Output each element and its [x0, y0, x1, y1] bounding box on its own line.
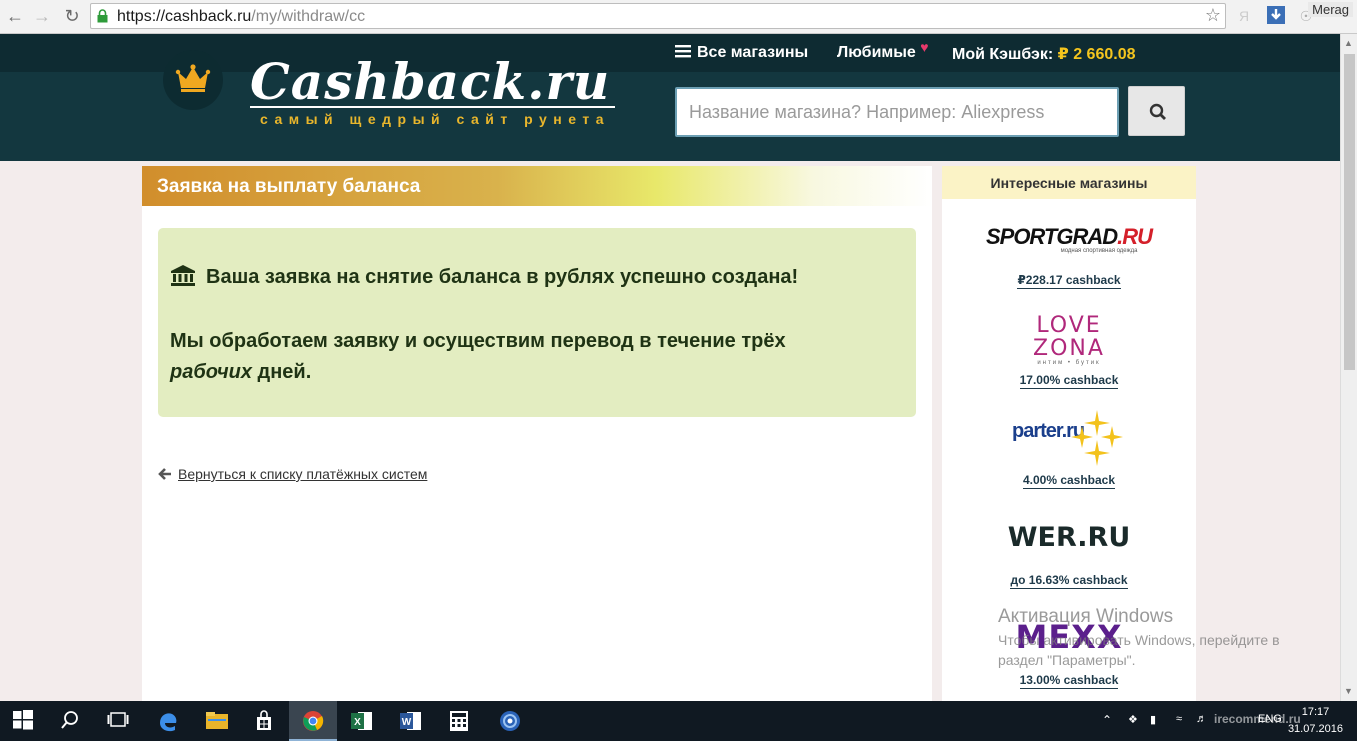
profile-name[interactable]: Merag — [1308, 2, 1353, 17]
browser-toolbar: ← → ↻ https://cashback.ru/my/withdraw/cc… — [0, 0, 1357, 34]
scroll-thumb[interactable] — [1344, 54, 1355, 370]
my-cashback-link[interactable]: Мой Кэшбэк: ₽ 2 660.08 — [952, 44, 1135, 64]
scroll-down-icon[interactable]: ▼ — [1344, 686, 1353, 696]
scroll-up-icon[interactable]: ▲ — [1344, 38, 1353, 48]
success-message: Ваша заявка на снятие баланса в рублях у… — [158, 228, 916, 417]
store-logo-sportgrad[interactable]: SPORTGRAD.RU модная спортивная одежда — [942, 224, 1196, 254]
store-sub: интим • бутик — [1037, 360, 1101, 366]
success-title-row: Ваша заявка на снятие баланса в рублях у… — [170, 264, 798, 289]
excel-icon[interactable]: X — [338, 701, 386, 741]
sidebar-header: Интересные магазины — [942, 166, 1196, 199]
task-view-icon[interactable] — [94, 701, 142, 741]
panel-title-bar: Заявка на выплату баланса — [142, 166, 932, 206]
logo-tagline: самый щедрый сайт рунета — [260, 111, 610, 127]
store-cashback[interactable]: ₽228.17 cashback — [942, 273, 1196, 289]
lock-icon — [97, 9, 108, 23]
bank-icon — [171, 265, 195, 286]
search-icon — [1149, 103, 1166, 120]
success-title: Ваша заявка на снятие баланса в рублях у… — [206, 266, 799, 288]
store-logo-wer[interactable]: WER.RU — [942, 522, 1196, 553]
start-icon[interactable] — [0, 701, 48, 741]
irecommend-watermark: irecommend.ru — [1214, 712, 1301, 726]
cashback-balance: ₽ 2 660.08 — [1057, 46, 1136, 63]
windows-taskbar: X W ⌃ ❖ ▮ ≈ ♬ ENG 17:17 31.07.2016 — [0, 701, 1357, 741]
store-name: LOVE ZONA — [1033, 313, 1105, 361]
back-arrow-icon[interactable]: ← — [4, 5, 26, 27]
dropbox-icon[interactable]: ❖ — [1128, 713, 1138, 726]
arrow-left-icon — [158, 468, 171, 480]
panel-title: Заявка на выплату баланса — [157, 176, 421, 197]
chrome-icon[interactable] — [289, 701, 337, 741]
store-name: WER.RU — [1007, 522, 1131, 553]
store-logo-parter[interactable]: parter.ru — [942, 408, 1196, 468]
volume-icon[interactable]: ♬ — [1196, 713, 1207, 725]
site-header: Cashback.ru самый щедрый сайт рунета Все… — [0, 34, 1340, 161]
all-stores-link[interactable]: Все магазины — [675, 44, 808, 62]
tray-chevron-icon[interactable]: ⌃ — [1102, 713, 1112, 727]
hamburger-icon — [675, 45, 691, 58]
favorites-link[interactable]: Любимые ♥ — [837, 39, 929, 62]
sidebar-title: Интересные магазины — [990, 175, 1148, 191]
logo-text[interactable]: Cashback.ru — [250, 52, 610, 111]
address-bar[interactable]: https://cashback.ru/my/withdraw/cc ☆ — [90, 3, 1226, 29]
battery-icon[interactable]: ▮ — [1150, 713, 1156, 726]
wifi-icon[interactable]: ≈ — [1176, 713, 1182, 725]
edge-icon[interactable] — [144, 701, 192, 741]
back-to-payment-systems-link[interactable]: Вернуться к списку платёжных систем — [158, 466, 427, 482]
success-text: Мы обработаем заявку и осуществим перево… — [170, 330, 786, 383]
logo-underline — [250, 106, 615, 108]
download-icon[interactable] — [1266, 6, 1286, 26]
store-logo-lovezona[interactable]: LOVE ZONA интим • бутик — [942, 314, 1196, 366]
search-icon[interactable] — [47, 701, 95, 741]
media-icon[interactable] — [486, 701, 534, 741]
store-cashback[interactable]: 4.00% cashback — [942, 473, 1196, 489]
page-scrollbar[interactable]: ▲ ▼ — [1340, 34, 1357, 701]
activation-watermark-title: Активация Windows — [998, 606, 1174, 627]
reload-icon[interactable]: ↻ — [61, 5, 83, 27]
activation-watermark-text: Чтобы активировать Windows, перейдите вр… — [998, 632, 1280, 668]
star-icon[interactable]: ☆ — [1205, 5, 1221, 26]
store-search-input[interactable] — [675, 87, 1119, 137]
stars-icon — [1071, 410, 1123, 466]
heart-icon: ♥ — [920, 39, 929, 55]
url-text: https://cashback.ru/my/withdraw/cc — [117, 8, 366, 25]
word-icon[interactable]: W — [387, 701, 435, 741]
store-name: SPORTGRAD.RU — [985, 224, 1153, 249]
svg-text:X: X — [354, 717, 361, 728]
store-cashback[interactable]: до 16.63% cashback — [942, 573, 1196, 589]
svg-text:W: W — [402, 717, 412, 728]
store-cashback[interactable]: 17.00% cashback — [942, 373, 1196, 389]
yandex-icon[interactable]: Я — [1234, 6, 1254, 26]
crown-logo-icon[interactable] — [163, 50, 223, 110]
calculator-icon[interactable] — [436, 701, 484, 741]
explorer-icon[interactable] — [192, 701, 240, 741]
search-button[interactable] — [1128, 86, 1185, 136]
store-cashback[interactable]: 13.00% cashback — [942, 673, 1196, 689]
forward-arrow-icon[interactable]: → — [31, 5, 53, 27]
store-icon[interactable] — [240, 701, 288, 741]
store-sub: модная спортивная одежда — [1060, 248, 1138, 254]
withdraw-panel: Заявка на выплату баланса Ваша заявка на… — [142, 166, 932, 701]
